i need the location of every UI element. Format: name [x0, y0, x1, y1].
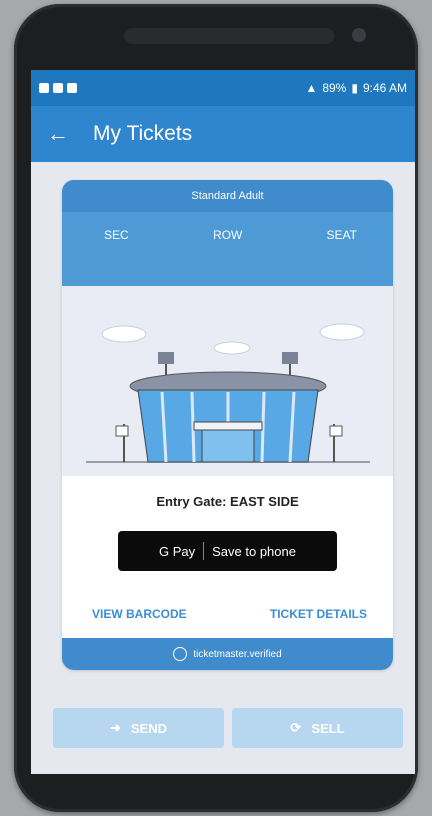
gpay-divider [203, 542, 205, 560]
entry-gate: Entry Gate: EAST SIDE [156, 494, 299, 509]
sell-button[interactable]: ⟳ SELL [232, 708, 403, 748]
verified-label: ticketmaster.verified [193, 648, 282, 660]
status-right: ▲ 89% ▮ 9:46 AM [305, 81, 407, 95]
ticket-links: VIEW BARCODE TICKET DETAILS [62, 607, 393, 621]
sell-label: SELL [311, 720, 345, 736]
page-title: My Tickets [93, 122, 193, 145]
save-to-phone-label: Save to phone [212, 543, 296, 559]
send-button[interactable]: ➜ SEND [53, 708, 224, 748]
speaker-grille [124, 28, 334, 44]
front-camera [352, 28, 366, 42]
app-bar: ← My Tickets [31, 106, 415, 162]
send-arrow-icon: ➜ [109, 720, 121, 735]
verified-icon [173, 647, 188, 661]
send-label: SEND [130, 720, 168, 736]
ticket-type: Standard Adult [62, 180, 393, 212]
notification-icons [39, 83, 77, 93]
battery-level: 89% [322, 81, 347, 95]
battery-icon: ▮ [351, 81, 358, 95]
refresh-icon: ⟳ [290, 720, 302, 735]
back-arrow-icon[interactable]: ← [47, 121, 87, 147]
ticket-card: Standard Adult SEC ROW SEAT Entry Gate: … [62, 180, 393, 670]
sec-label: SEC [104, 228, 129, 242]
view-barcode-link[interactable]: VIEW BARCODE [92, 607, 187, 621]
row-label: ROW [212, 228, 243, 242]
screen: ▲ 89% ▮ 9:46 AM ← My Tickets Standard Ad… [31, 70, 415, 774]
verified-footer: ticketmaster.verified [62, 638, 393, 670]
stadium-icon [86, 323, 370, 463]
chat-icon [67, 83, 77, 93]
signal-icon: ▲ [305, 81, 318, 95]
seat-label: SEAT [326, 228, 357, 242]
ticket-header: Standard Adult SEC ROW SEAT [62, 180, 393, 286]
clock: 9:46 AM [362, 81, 407, 95]
save-to-phone-button[interactable]: G Pay Save to phone [118, 531, 337, 571]
gpay-logo: G Pay [159, 543, 196, 559]
ticket-details-link[interactable]: TICKET DETAILS [270, 607, 367, 621]
notification-icon [39, 83, 49, 93]
stadium-illustration [62, 286, 393, 476]
message-icon [53, 83, 63, 93]
status-bar: ▲ 89% ▮ 9:46 AM [31, 70, 415, 106]
seat-labels: SEC ROW SEAT [62, 212, 393, 242]
ticket-actions: ➜ SEND ⟳ SELL [53, 708, 403, 748]
